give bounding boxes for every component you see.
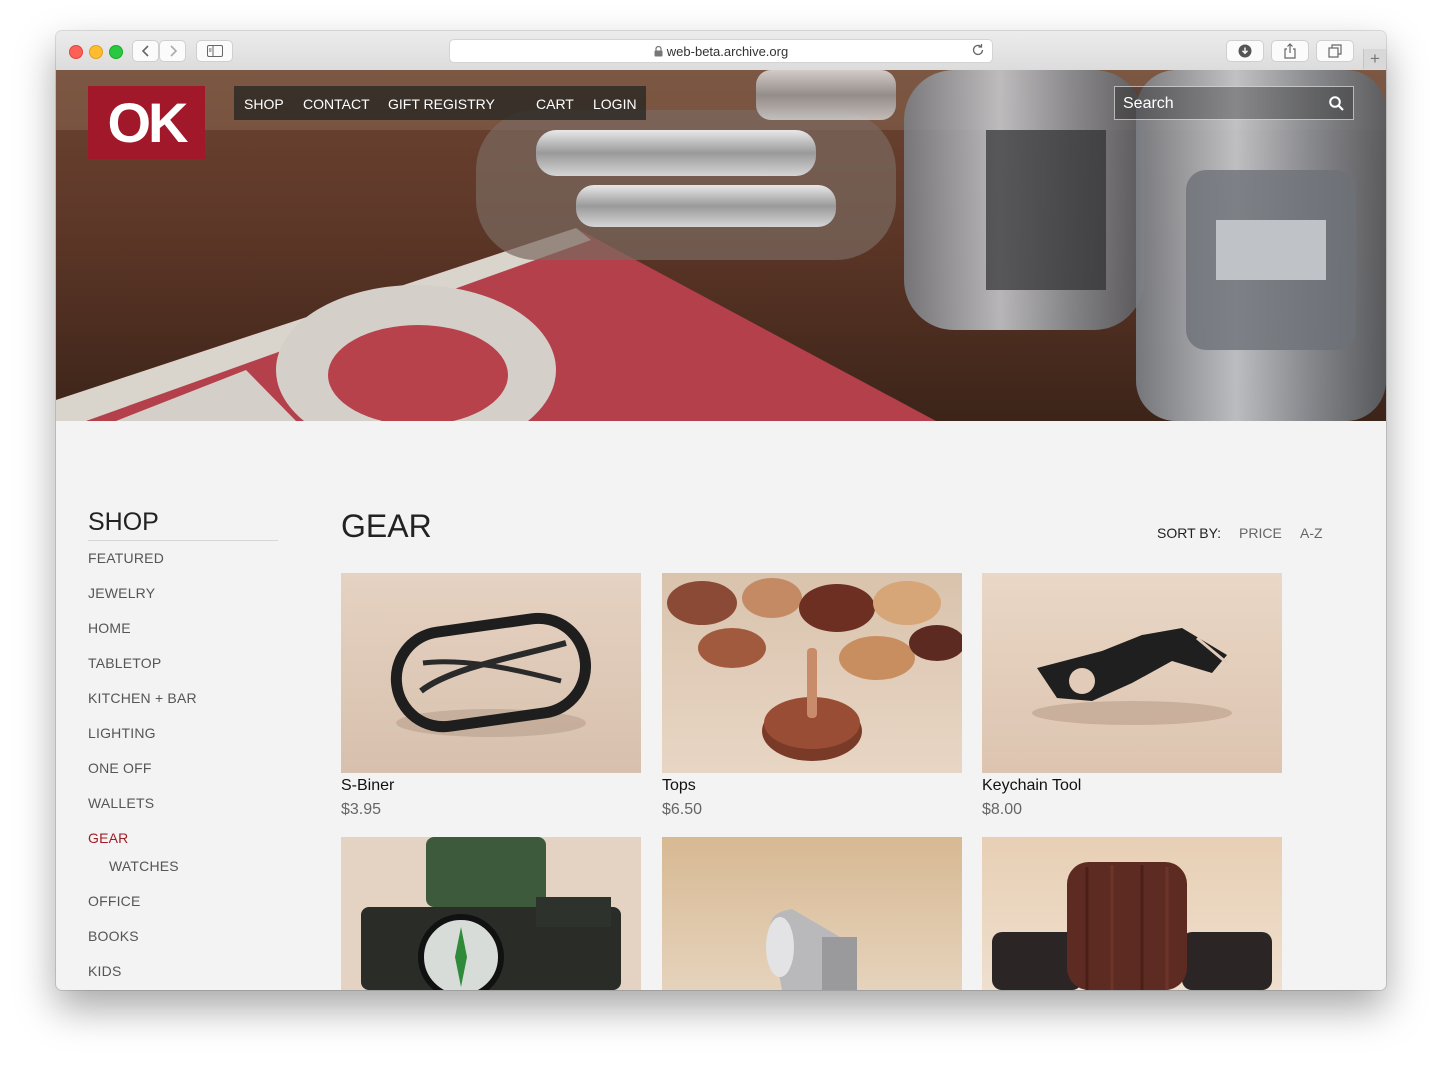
reload-icon[interactable] [971,43,985,57]
sort-price-link[interactable]: PRICE [1239,525,1282,541]
category-office[interactable]: OFFICE [88,893,141,909]
zoom-window-button[interactable] [109,45,123,59]
product-price: $3.95 [341,801,382,818]
tabs-overview-button[interactable] [1316,40,1354,62]
new-tab-button[interactable]: + [1363,49,1386,69]
sort-label: SORT BY: [1157,525,1222,541]
browser-toolbar: web-beta.archive.org + [56,31,1386,71]
share-icon [1284,43,1296,59]
search-icon[interactable] [1329,96,1344,111]
product-image-compass[interactable] [341,837,641,990]
category-tabletop[interactable]: TABLETOP [88,655,161,671]
product-image-s-biner[interactable] [341,573,641,773]
category-kids[interactable]: KIDS [88,963,121,979]
sidebar-title: SHOP [88,508,159,536]
product-name[interactable]: Keychain Tool [982,777,1081,795]
category-one-off[interactable]: ONE OFF [88,760,152,776]
product-image-keychain-tool[interactable] [982,573,1282,773]
close-window-button[interactable] [69,45,83,59]
forward-button[interactable] [159,40,186,62]
nav-contact[interactable]: CONTACT [303,96,370,112]
product-name[interactable]: Tops [662,777,696,795]
search-input[interactable]: Search [1114,86,1354,120]
sort-az-link[interactable]: A-Z [1300,525,1323,541]
hero-banner: OK SHOP CONTACT GIFT REGISTRY CART LOGIN… [56,70,1386,421]
nav-gift-registry[interactable]: GIFT REGISTRY [388,96,495,112]
main-nav: SHOP CONTACT GIFT REGISTRY CART LOGIN [234,86,646,120]
product-price: $8.00 [982,801,1023,818]
page-title: GEAR [341,508,432,544]
plus-icon: + [1370,49,1380,68]
hero-image [56,70,1386,421]
address-url: web-beta.archive.org [666,43,789,59]
category-kitchen-bar[interactable]: KITCHEN + BAR [88,690,197,706]
back-button[interactable] [132,40,159,62]
chevron-right-icon [169,45,177,57]
category-featured[interactable]: FEATURED [88,550,164,566]
lock-icon [654,45,663,56]
category-jewelry[interactable]: JEWELRY [88,585,155,601]
nav-shop[interactable]: SHOP [244,96,284,112]
minimize-window-button[interactable] [89,45,103,59]
sidebar-icon [206,45,223,57]
product-image-tops[interactable] [662,573,962,773]
category-lighting[interactable]: LIGHTING [88,725,156,741]
category-wallets[interactable]: WALLETS [88,795,154,811]
category-home[interactable]: HOME [88,620,131,636]
chevron-left-icon [141,45,149,57]
category-gear[interactable]: GEAR [88,830,128,846]
product-image-wood-block[interactable] [982,837,1282,990]
sidebar-toggle-button[interactable] [196,40,233,62]
browser-window: web-beta.archive.org + OK SHOP CONTACT G… [56,31,1386,990]
nav-cart[interactable]: CART [536,96,574,112]
product-name[interactable]: S-Biner [341,777,394,795]
address-bar[interactable]: web-beta.archive.org [449,39,993,63]
download-icon [1238,44,1252,58]
product-image-whistle[interactable] [662,837,962,990]
share-button[interactable] [1271,40,1309,62]
tabs-icon [1328,44,1342,58]
site-logo[interactable]: OK [88,86,205,159]
downloads-button[interactable] [1226,40,1264,62]
nav-login[interactable]: LOGIN [593,96,637,112]
category-watches[interactable]: WATCHES [109,858,179,874]
product-price: $6.50 [662,801,703,818]
search-placeholder: Search [1123,95,1174,112]
sidebar-divider [88,540,278,541]
category-books[interactable]: BOOKS [88,928,139,944]
